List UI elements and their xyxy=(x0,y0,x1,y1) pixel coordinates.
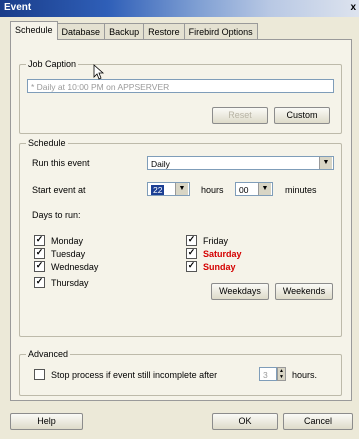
stop-process-label: Stop process if event still incomplete a… xyxy=(51,369,218,380)
tab-restore[interactable]: Restore xyxy=(143,23,185,40)
cancel-button[interactable]: Cancel xyxy=(283,413,353,430)
saturday-checkbox[interactable]: ✓ Saturday xyxy=(186,248,242,259)
timeout-hours-input[interactable]: 3 xyxy=(259,367,277,381)
job-caption-group: Job Caption * Daily at 10:00 PM on APPSE… xyxy=(19,59,342,134)
chevron-down-icon[interactable]: ▼ xyxy=(319,157,332,169)
schedule-group: Schedule Run this event Daily ▼ Start ev… xyxy=(19,138,342,337)
reset-button[interactable]: Reset xyxy=(212,107,268,124)
advanced-group: Advanced Stop process if event still inc… xyxy=(19,349,342,396)
checkbox-box[interactable] xyxy=(34,369,45,380)
check-mark-icon: ✓ xyxy=(35,260,44,270)
checkbox-box[interactable]: ✓ xyxy=(186,261,197,272)
event-dialog: Event x Schedule Database Backup Restore… xyxy=(0,0,359,439)
close-button[interactable]: x xyxy=(350,2,356,13)
hours-label: hours xyxy=(201,185,224,195)
saturday-label: Saturday xyxy=(203,248,242,259)
job-caption-input[interactable]: * Daily at 10:00 PM on APPSERVER xyxy=(27,79,334,93)
thursday-checkbox[interactable]: ✓ Thursday xyxy=(34,277,89,288)
tab-database[interactable]: Database xyxy=(56,23,106,40)
start-event-label: Start event at xyxy=(32,185,86,195)
run-event-value: Daily xyxy=(151,159,170,169)
wednesday-checkbox[interactable]: ✓ Wednesday xyxy=(34,261,98,272)
check-mark-icon: ✓ xyxy=(187,234,196,244)
chevron-down-icon[interactable]: ▼ xyxy=(175,183,188,195)
mouse-pointer-icon xyxy=(93,64,105,80)
stop-process-checkbox[interactable]: Stop process if event still incomplete a… xyxy=(34,369,217,380)
sunday-label: Sunday xyxy=(203,261,236,272)
minutes-select[interactable]: 00 ▼ xyxy=(235,182,273,196)
check-mark-icon: ✓ xyxy=(187,247,196,257)
checkbox-box[interactable]: ✓ xyxy=(34,235,45,246)
sunday-checkbox[interactable]: ✓ Sunday xyxy=(186,261,236,272)
days-to-run-label: Days to run: xyxy=(32,210,81,220)
weekends-button[interactable]: Weekends xyxy=(275,283,333,300)
timeout-hours-label: hours. xyxy=(292,370,318,380)
checkbox-box[interactable]: ✓ xyxy=(34,277,45,288)
tuesday-checkbox[interactable]: ✓ Tuesday xyxy=(34,248,85,259)
check-mark-icon: ✓ xyxy=(35,276,44,286)
minutes-value: 00 xyxy=(239,185,249,195)
custom-button[interactable]: Custom xyxy=(274,107,330,124)
ok-button[interactable]: OK xyxy=(212,413,278,430)
monday-checkbox[interactable]: ✓ Monday xyxy=(34,235,83,246)
schedule-legend: Schedule xyxy=(26,138,68,148)
checkbox-box[interactable]: ✓ xyxy=(34,248,45,259)
check-mark-icon: ✓ xyxy=(35,247,44,257)
checkbox-box[interactable]: ✓ xyxy=(34,261,45,272)
tuesday-label: Tuesday xyxy=(51,248,86,259)
friday-label: Friday xyxy=(203,235,229,246)
checkbox-box[interactable]: ✓ xyxy=(186,235,197,246)
job-caption-legend: Job Caption xyxy=(26,59,79,69)
weekdays-button[interactable]: Weekdays xyxy=(211,283,269,300)
schedule-panel: Job Caption * Daily at 10:00 PM on APPSE… xyxy=(10,39,352,401)
tab-backup[interactable]: Backup xyxy=(104,23,145,40)
thursday-label: Thursday xyxy=(51,277,89,288)
window-title: Event xyxy=(4,2,32,13)
minutes-label: minutes xyxy=(285,185,317,195)
run-event-label: Run this event xyxy=(32,158,90,168)
run-event-select[interactable]: Daily ▼ xyxy=(147,156,334,170)
check-mark-icon: ✓ xyxy=(187,260,196,270)
chevron-down-icon[interactable]: ▼ xyxy=(258,183,271,195)
tab-firebird-options[interactable]: Firebird Options xyxy=(183,23,258,40)
help-button[interactable]: Help xyxy=(10,413,83,430)
hours-select[interactable]: 22 ▼ xyxy=(147,182,190,196)
friday-checkbox[interactable]: ✓ Friday xyxy=(186,235,228,246)
monday-label: Monday xyxy=(51,235,84,246)
check-mark-icon: ✓ xyxy=(35,234,44,244)
title-bar[interactable]: Event x xyxy=(0,0,359,17)
advanced-legend: Advanced xyxy=(26,349,71,359)
wednesday-label: Wednesday xyxy=(51,261,99,272)
timeout-stepper[interactable]: ▲ ▼ xyxy=(277,367,286,381)
checkbox-box[interactable]: ✓ xyxy=(186,248,197,259)
hours-value: 22 xyxy=(151,185,165,195)
tab-strip: Schedule Database Backup Restore Firebir… xyxy=(10,21,258,40)
tab-schedule[interactable]: Schedule xyxy=(10,21,58,40)
